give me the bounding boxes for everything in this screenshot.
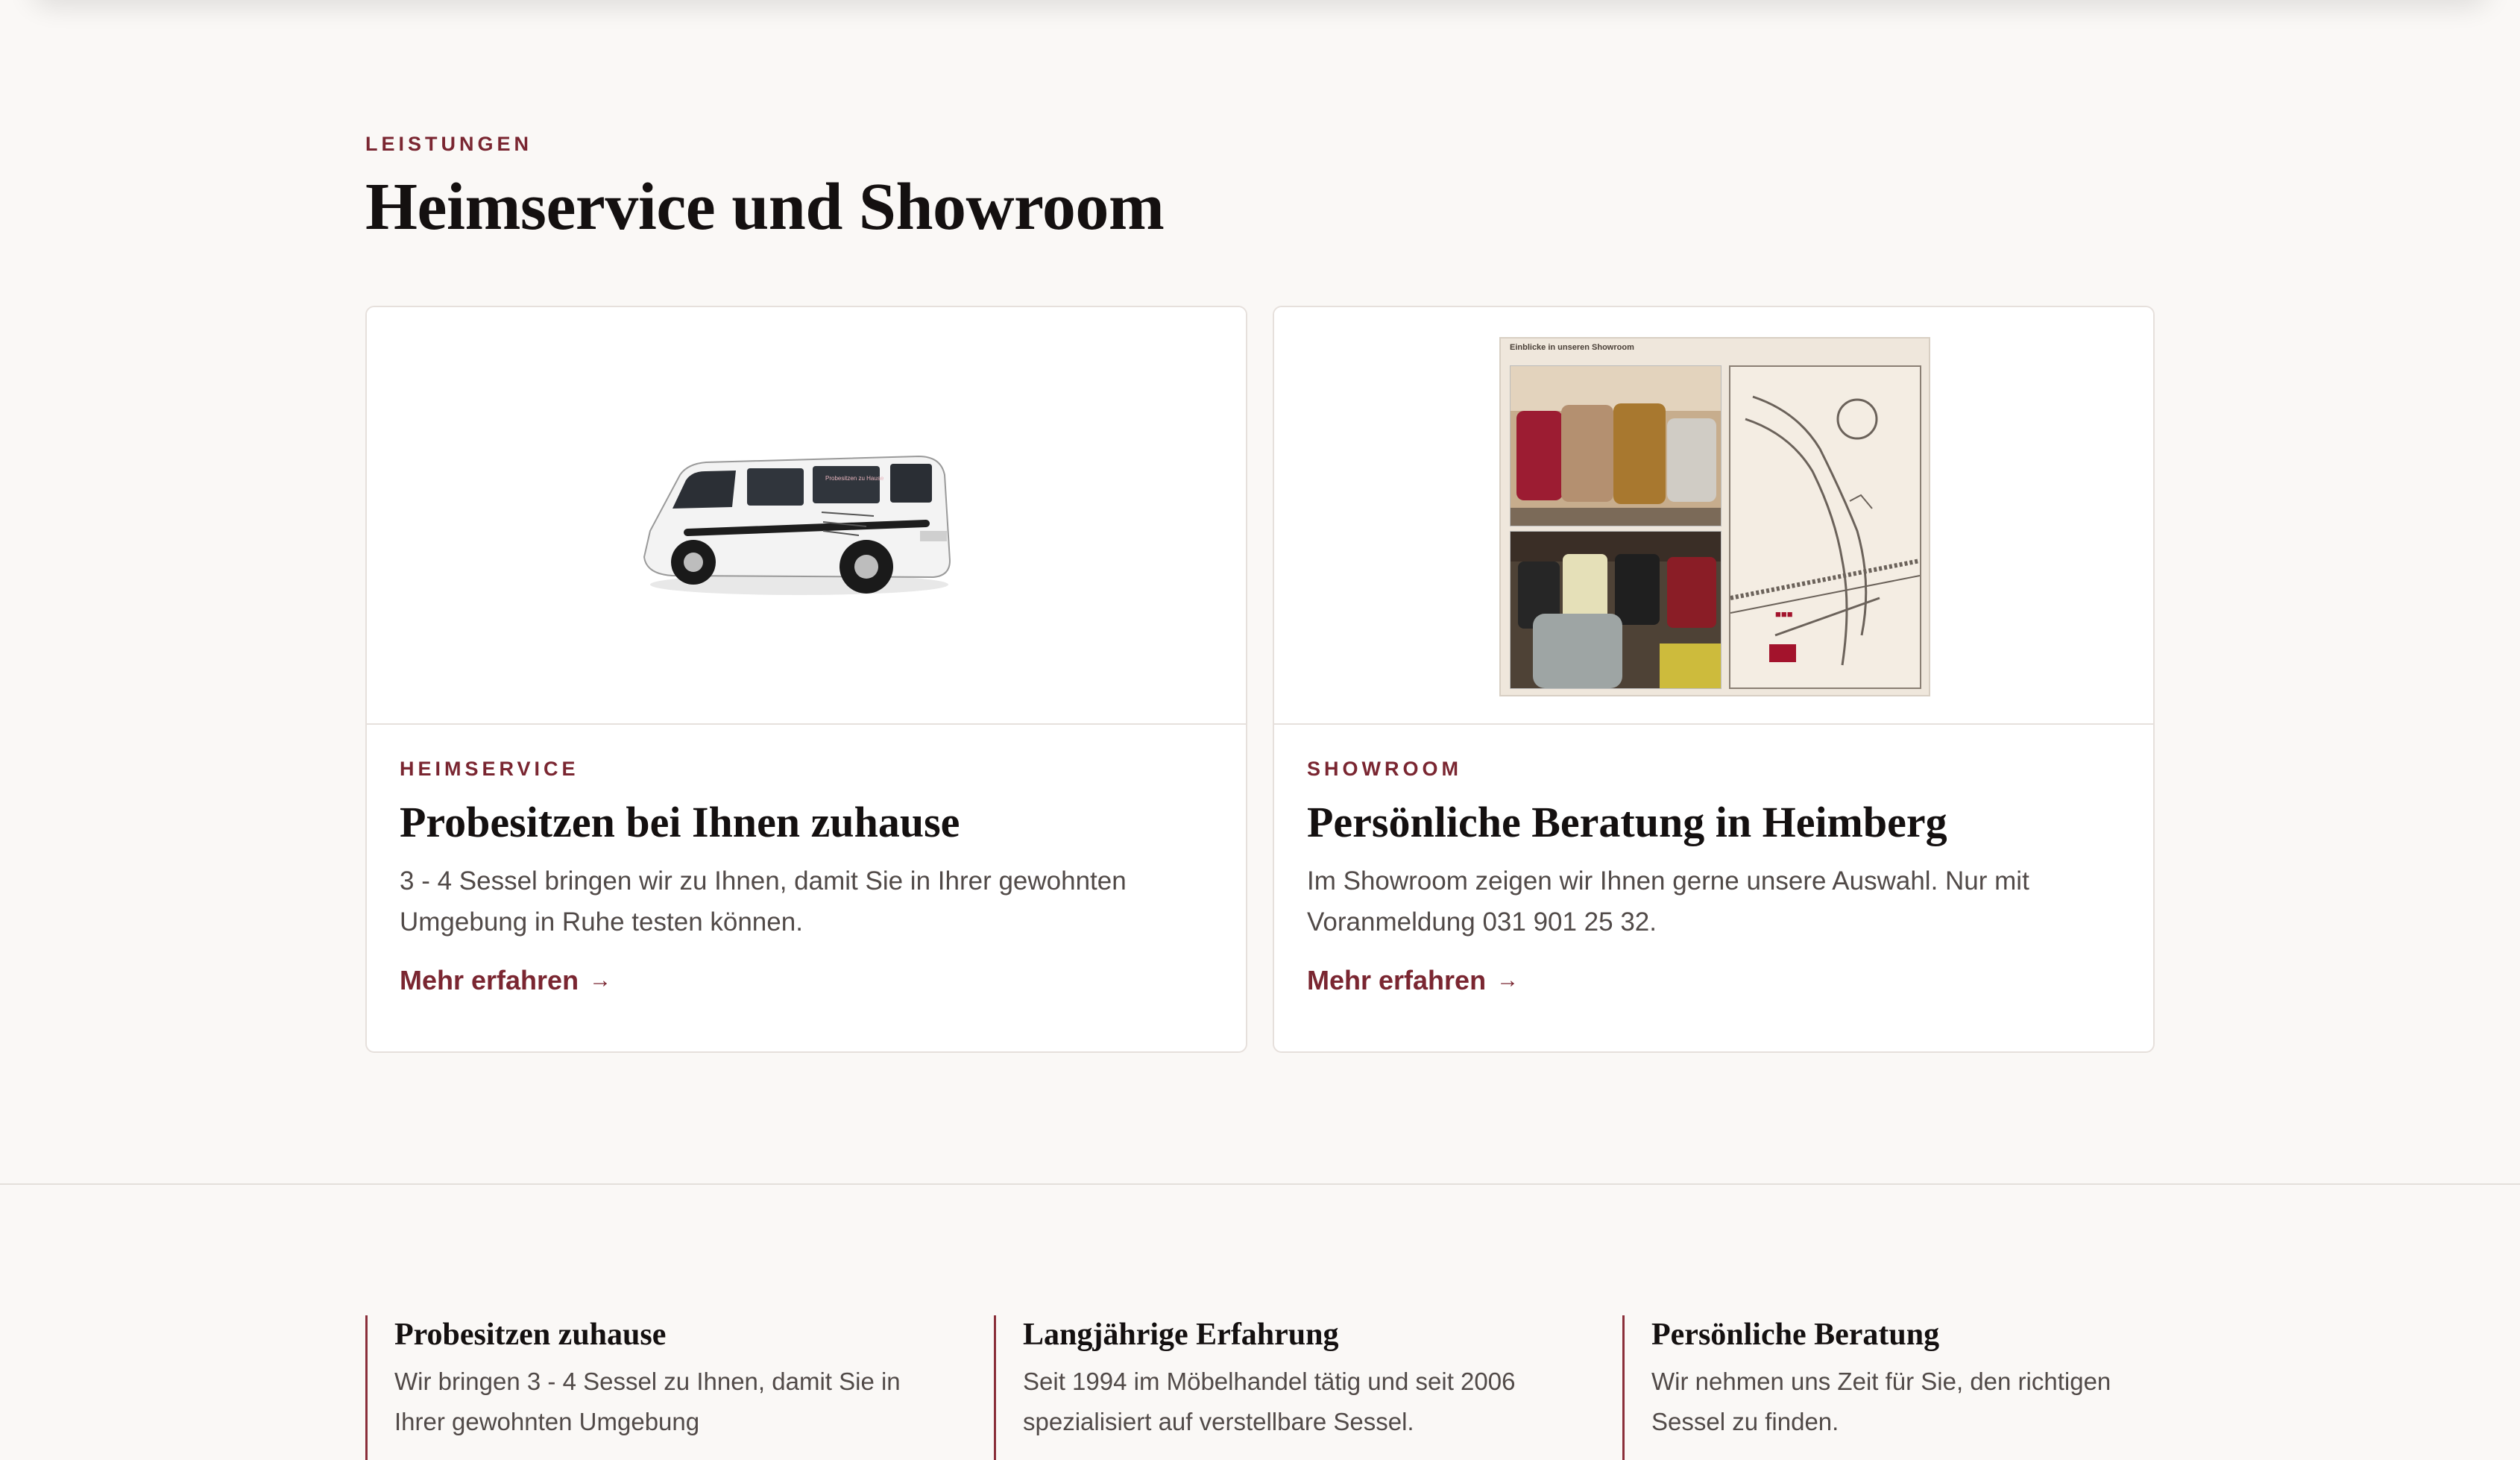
showroom-photo-armchairs [1510, 365, 1722, 526]
card-heimservice[interactable]: Probesitzen zu Hause HEIMSERVICE Probesi… [365, 306, 1247, 1053]
features-section: Probesitzen zuhause Wir bringen 3 - 4 Se… [365, 1315, 2244, 1460]
arrow-right-icon: → [1496, 968, 1519, 992]
mehr-erfahren-link[interactable]: Mehr erfahren → [400, 965, 611, 996]
svg-text:■■■: ■■■ [1775, 608, 1793, 620]
feature-text: Seit 1994 im Möbelhandel tätig und seit … [1023, 1368, 1516, 1435]
arrow-right-icon: → [589, 968, 612, 992]
flyer-caption: Einblicke in unseren Showroom [1510, 343, 1634, 352]
card-showroom[interactable]: Einblicke in unseren Showroom ■■■ SHOWRO… [1273, 306, 2155, 1053]
feature-item: Langjährige Erfahrung Seit 1994 im Möbel… [994, 1315, 1590, 1460]
page: LEISTUNGEN Heimservice und Showroom Prob… [0, 0, 2520, 1460]
feature-title: Probesitzen zuhause [394, 1318, 667, 1352]
card-image-area: Einblicke in unseren Showroom ■■■ [1274, 307, 2153, 725]
section-title: Heimservice und Showroom [365, 170, 1165, 244]
mehr-erfahren-link[interactable]: Mehr erfahren → [1307, 965, 1519, 996]
feature-title: Persönliche Beratung [1651, 1318, 1940, 1352]
section-eyebrow: LEISTUNGEN [365, 133, 533, 155]
card-body: HEIMSERVICE Probesitzen bei Ihnen zuhaus… [400, 725, 1213, 996]
feature-text: Wir bringen 3 - 4 Sessel zu Ihnen, damit… [394, 1368, 901, 1435]
location-map: ■■■ [1729, 365, 1921, 689]
card-description: 3 - 4 Sessel bringen wir zu Ihnen, damit… [400, 866, 1127, 937]
card-body: SHOWROOM Persönliche Beratung in Heimber… [1307, 725, 2120, 996]
card-eyebrow: HEIMSERVICE [400, 758, 579, 780]
feature-text: Wir nehmen uns Zeit für Sie, den richtig… [1651, 1368, 2111, 1435]
card-description: Im Showroom zeigen wir Ihnen gerne unser… [1307, 866, 2029, 937]
link-label: Mehr erfahren [400, 965, 579, 995]
link-label: Mehr erfahren [1307, 965, 1487, 995]
showroom-photo-leather-chairs [1510, 531, 1722, 689]
showroom-flyer-image: Einblicke in unseren Showroom ■■■ [1499, 337, 1930, 696]
feature-item: Probesitzen zuhause Wir bringen 3 - 4 Se… [365, 1315, 962, 1460]
card-image-area: Probesitzen zu Hause [367, 307, 1246, 725]
card-title: Persönliche Beratung in Heimberg [1307, 798, 1947, 846]
section-divider [0, 1183, 2520, 1185]
card-eyebrow: SHOWROOM [1307, 758, 1462, 780]
feature-item: Persönliche Beratung Wir nehmen uns Zeit… [1622, 1315, 2219, 1460]
card-title: Probesitzen bei Ihnen zuhause [400, 798, 960, 846]
feature-title: Langjährige Erfahrung [1023, 1318, 1339, 1352]
van-lettering: Probesitzen zu Hause [825, 475, 884, 482]
van-image: Probesitzen zu Hause [628, 419, 971, 613]
